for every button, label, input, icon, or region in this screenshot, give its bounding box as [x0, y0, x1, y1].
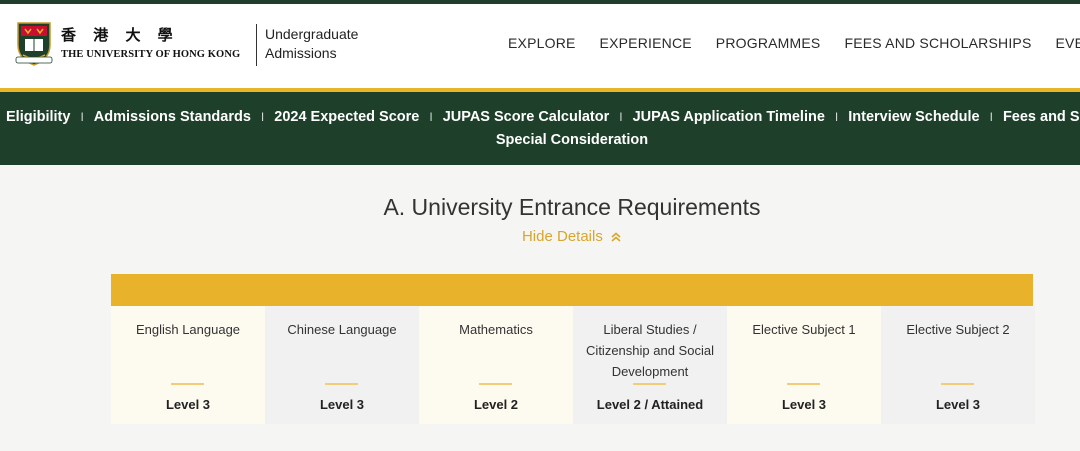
requirement-card: Chinese Language Level 3: [265, 306, 419, 424]
nav-fees-and-scholarships[interactable]: FEES AND SCHOLARSHIPS: [844, 35, 1031, 51]
toggle-label: Hide Details: [521, 228, 603, 245]
requirement-card: English Language Level 3: [111, 306, 265, 424]
subnav-separator: I: [80, 110, 84, 124]
subtitle-line-2: Admissions: [265, 45, 337, 61]
logo-chinese-name: 香 港 大 學: [61, 26, 179, 44]
subnav-interview-schedule[interactable]: Interview Schedule: [848, 109, 979, 125]
requirement-subject: English Language: [135, 322, 241, 337]
nav-programmes[interactable]: PROGRAMMES: [716, 35, 821, 51]
requirement-subject: Elective Subject 1: [752, 322, 856, 337]
requirement-level: Level 3: [319, 397, 365, 412]
double-chevron-up-icon: [611, 232, 621, 242]
subnav-special-consideration[interactable]: Special Consideration: [496, 132, 648, 148]
requirement-level: Level 3: [781, 397, 827, 412]
nav-events[interactable]: EVENTS: [1056, 35, 1080, 51]
requirement-subject: Chinese Language: [287, 322, 397, 337]
hide-details-toggle[interactable]: Hide Details: [0, 228, 1080, 245]
subnav-application-timeline[interactable]: JUPAS Application Timeline: [633, 109, 825, 125]
main-nav: EXPLORE EXPERIENCE PROGRAMMES FEES AND S…: [508, 35, 1080, 51]
subnav-row: Eligibility I Admissions Standards I 202…: [6, 109, 1080, 125]
card-divider: [325, 383, 358, 385]
university-logo[interactable]: 香 港 大 學 THE UNIVERSITY OF HONG KONG: [15, 19, 240, 67]
nav-explore[interactable]: EXPLORE: [508, 35, 576, 51]
requirement-level: Level 3: [165, 397, 211, 412]
subnav-separator: I: [989, 110, 993, 124]
requirement-level: Level 2: [473, 397, 519, 412]
subnav-separator: I: [834, 110, 839, 124]
section-title: A. University Entrance Requirements: [383, 194, 761, 220]
requirement-card: Elective Subject 1 Level 3: [727, 306, 881, 424]
subnav-score-calculator[interactable]: JUPAS Score Calculator: [443, 109, 610, 125]
admissions-subnav: Eligibility I Admissions Standards I 202…: [0, 92, 1080, 165]
card-divider: [479, 383, 512, 385]
requirement-card: Mathematics Level 2: [419, 306, 573, 424]
card-divider: [633, 383, 666, 385]
logo-english-name: THE UNIVERSITY OF HONG KONG: [61, 49, 241, 60]
subnav-eligibility[interactable]: Eligibility: [6, 109, 70, 125]
subnav-fees-and-scholarships[interactable]: Fees and Scholarships: [1003, 109, 1080, 125]
requirement-level: Level 3: [935, 397, 981, 412]
logo-divider: [256, 24, 257, 66]
subnav-separator: I: [429, 110, 433, 124]
requirement-card: Liberal Studies / Citizenship and Social…: [573, 306, 727, 424]
nav-experience[interactable]: EXPERIENCE: [600, 35, 692, 51]
card-divider: [171, 383, 204, 385]
requirement-subject: Liberal Studies / Citizenship and Social…: [586, 322, 714, 379]
requirement-subject: Elective Subject 2: [906, 322, 1010, 337]
site-subtitle[interactable]: Undergraduate Admissions: [265, 25, 358, 63]
subnav-separator: I: [619, 110, 623, 124]
requirements-grid: English Language Level 3 Chinese Languag…: [111, 306, 1035, 424]
university-crest-icon: [15, 22, 53, 66]
card-divider: [941, 383, 974, 385]
subnav-admissions-standards[interactable]: Admissions Standards: [94, 109, 251, 125]
requirement-level: Level 2 / Attained: [596, 397, 704, 412]
subnav-row-2: Special Consideration: [0, 132, 1080, 148]
subnav-expected-score[interactable]: 2024 Expected Score: [274, 109, 419, 125]
subnav-separator: I: [260, 110, 265, 124]
requirement-subject: Mathematics: [459, 322, 533, 337]
requirements-header-bar: [111, 274, 1033, 306]
requirement-card: Elective Subject 2 Level 3: [881, 306, 1035, 424]
card-divider: [787, 383, 820, 385]
subtitle-line-1: Undergraduate: [265, 26, 359, 42]
